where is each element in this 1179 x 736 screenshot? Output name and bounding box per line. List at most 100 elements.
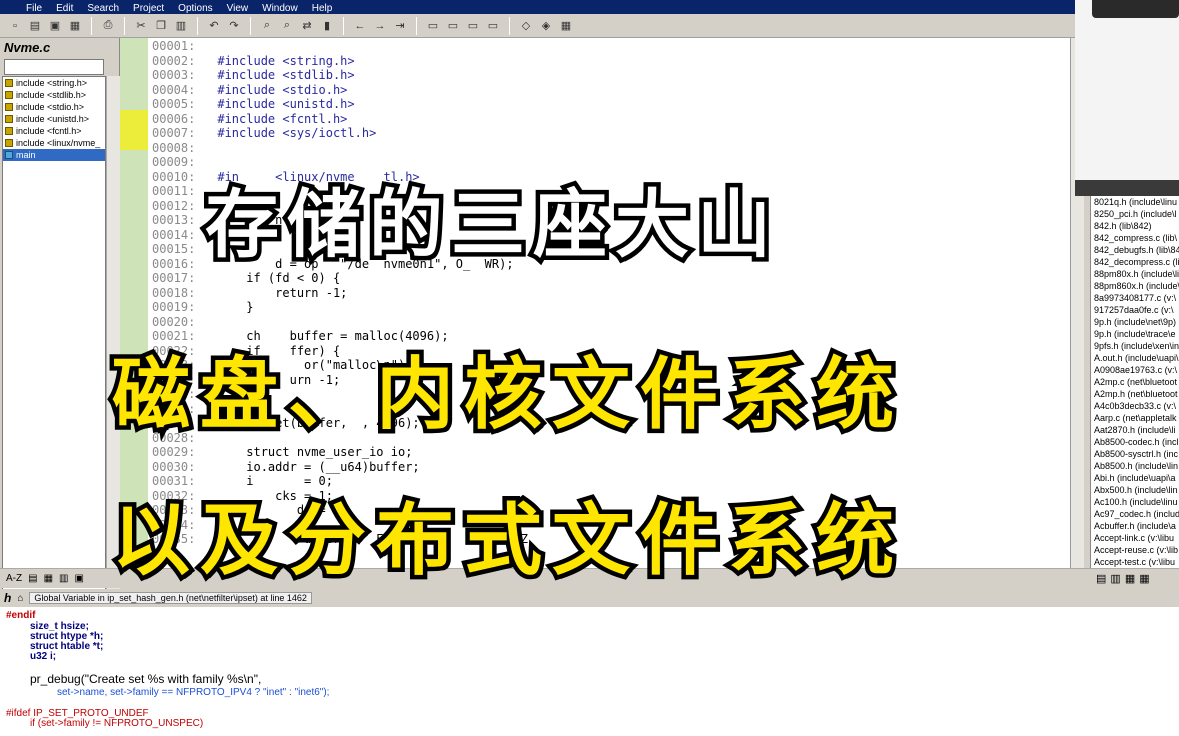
list-item[interactable]: main (3, 149, 105, 161)
bookmark-icon[interactable]: ▮ (318, 17, 336, 35)
file-list-item[interactable]: 8021q.h (include\linu (1091, 196, 1179, 208)
file-list-item[interactable]: Ab8500-sysctrl.h (inc (1091, 448, 1179, 460)
code-line: 00006: #include <fcntl.h> (152, 112, 347, 127)
book-icon[interactable]: ▥ (59, 573, 68, 584)
file-list-item[interactable]: Accept-reuse.c (v:\lib (1091, 544, 1179, 556)
category-icon[interactable]: ▦ (44, 573, 53, 584)
file-list-item[interactable]: 9p.h (include\net\9p) (1091, 316, 1179, 328)
jump-icon[interactable]: ⇥ (391, 17, 409, 35)
line-number: 00018: (152, 285, 196, 300)
paste-icon[interactable]: ▥ (172, 17, 190, 35)
code-text: #include <unistd.h> (217, 97, 355, 111)
new-file-icon[interactable]: ▫ (6, 17, 24, 35)
list-item[interactable]: include <string.h> (3, 77, 105, 89)
find-next-icon[interactable]: ⌕ (278, 17, 296, 35)
print-icon[interactable]: ⎙ (99, 17, 117, 35)
redo-icon[interactable]: ↷ (225, 17, 243, 35)
file-list-item[interactable]: Ac97_codec.h (includ (1091, 508, 1179, 520)
find-icon[interactable]: ⌕ (258, 17, 276, 35)
file-list-item[interactable]: Aarp.c (net\appletalk (1091, 412, 1179, 424)
list-item[interactable]: include <unistd.h> (3, 113, 105, 125)
replace-icon[interactable]: ⇄ (298, 17, 316, 35)
file-list-item[interactable]: 9p.h (include\trace\e (1091, 328, 1179, 340)
file-list-item[interactable]: A2mp.c (net\bluetoot (1091, 376, 1179, 388)
file-list-item[interactable]: 842_debugfs.h (lib\84 (1091, 244, 1179, 256)
file-list-item[interactable]: Accept-test.c (v:\libu (1091, 556, 1179, 568)
symbol-icon[interactable]: ◇ (517, 17, 535, 35)
function-icon (5, 151, 13, 159)
symbol-search-input[interactable] (4, 59, 104, 75)
symbol-window: Nvme.c include <string.h> include <stdli… (0, 38, 120, 602)
file-list-item[interactable]: A4c0b3decb33.c (v:\ (1091, 400, 1179, 412)
file-list-item[interactable]: 88pm860x.h (include\ (1091, 280, 1179, 292)
window-icon[interactable]: ▭ (484, 17, 502, 35)
file-list-item[interactable]: A2mp.h (net\bluetoot (1091, 388, 1179, 400)
code-text: #include <stdio.h> (217, 82, 348, 97)
list-item[interactable]: include <linux/nvme_ (3, 137, 105, 149)
copy-icon[interactable]: ❐ (152, 17, 170, 35)
file-list-item[interactable]: A.out.h (include\uapi\ (1091, 352, 1179, 364)
file-list-item[interactable]: 842_compress.c (lib\ (1091, 232, 1179, 244)
code-line: 00030: io.addr = (__u64)buffer; (152, 460, 420, 475)
window-icon[interactable]: ▭ (444, 17, 462, 35)
file-list-item[interactable]: 8250_pci.h (include\l (1091, 208, 1179, 220)
line-number: 00010: (152, 169, 196, 184)
project-file-list[interactable]: 8021q.h (include\linu 8250_pci.h (include… (1090, 196, 1179, 568)
list-item[interactable]: include <stdio.h> (3, 101, 105, 113)
file-list-item[interactable]: Ac100.h (include\linu (1091, 496, 1179, 508)
line-number: 00007: (152, 126, 196, 140)
file-list-item[interactable]: 9pfs.h (include\xen\in (1091, 340, 1179, 352)
line-number: 00015: (152, 242, 196, 256)
layout-icon[interactable]: ▭ (424, 17, 442, 35)
file-list-item[interactable]: Accept-link.c (v:\libu (1091, 532, 1179, 544)
file-list-item[interactable]: Abi.h (include\uapi\a (1091, 472, 1179, 484)
file-list-item[interactable]: A0908ae19763.c (v:\ (1091, 364, 1179, 376)
file-list-item[interactable]: Ab8500-codec.h (incl (1091, 436, 1179, 448)
symbol-label: include <unistd.h> (16, 114, 90, 124)
settings-icon[interactable]: ▣ (74, 573, 83, 584)
code-line: 00007: #include <sys/ioctl.h> (152, 126, 376, 141)
context-line: u32 i; (30, 651, 57, 662)
file-list-item[interactable]: Aat2870.h (include\li (1091, 424, 1179, 436)
file-list-item[interactable]: Ab8500.h (include\lin (1091, 460, 1179, 472)
context-header: h ⌂ Global Variable in ip_set_hash_gen.h… (0, 589, 1179, 607)
file-list-item[interactable]: Abx500.h (include\lin (1091, 484, 1179, 496)
save-icon[interactable]: ▣ (46, 17, 64, 35)
symbol-label: include <stdio.h> (16, 102, 85, 112)
symbol-label: include <fcntl.h> (16, 126, 82, 136)
window-icon[interactable]: ▭ (464, 17, 482, 35)
line-number: 00019: (152, 300, 196, 314)
overlay-subtitle-1: 磁盘、内核文件系统 (107, 346, 905, 445)
grid-icon[interactable]: ▦ (1139, 572, 1149, 585)
code-line: 00019: } (152, 300, 253, 315)
list-view-icon[interactable]: ▤ (28, 573, 37, 584)
line-number: 00003: (152, 68, 196, 82)
symbol-icon[interactable]: ▦ (557, 17, 575, 35)
folder-icon[interactable]: ▤ (1096, 572, 1106, 585)
context-icon[interactable]: ⌂ (17, 593, 23, 604)
undo-icon[interactable]: ↶ (205, 17, 223, 35)
list-item[interactable]: include <stdlib.h> (3, 89, 105, 101)
symbol-icon[interactable]: ◈ (537, 17, 555, 35)
file-list-item[interactable]: Acbuffer.h (include\a (1091, 520, 1179, 532)
file-list-item[interactable]: 842.h (lib\842) (1091, 220, 1179, 232)
file-list-item[interactable]: 917257daa0fe.c (v:\ (1091, 304, 1179, 316)
back-icon[interactable]: ← (351, 17, 369, 35)
project-toolbar: ▤ ▥ ▦ ▦ (1090, 568, 1179, 588)
forward-icon[interactable]: → (371, 17, 389, 35)
line-number: 00029: (152, 445, 196, 459)
cut-icon[interactable]: ✂ (132, 17, 150, 35)
file-list-item[interactable]: 88pm80x.h (include\li (1091, 268, 1179, 280)
file-list-item[interactable]: 842_decompress.c (li (1091, 256, 1179, 268)
line-number: 00001: (152, 39, 196, 53)
code-text: if (fd < 0) { (217, 271, 341, 285)
open-icon[interactable]: ▤ (26, 17, 44, 35)
file-list-item[interactable]: 8a9973408177.c (v:\ (1091, 292, 1179, 304)
grid-icon[interactable]: ▦ (1125, 572, 1135, 585)
context-window[interactable]: #endif size_t hsize; struct htype *h; st… (0, 607, 1179, 736)
save-all-icon[interactable]: ▦ (66, 17, 84, 35)
symbol-list[interactable]: include <string.h> include <stdlib.h> in… (2, 76, 106, 602)
sort-button[interactable]: A-Z (6, 573, 22, 584)
list-view-icon[interactable]: ▥ (1110, 572, 1120, 585)
list-item[interactable]: include <fcntl.h> (3, 125, 105, 137)
